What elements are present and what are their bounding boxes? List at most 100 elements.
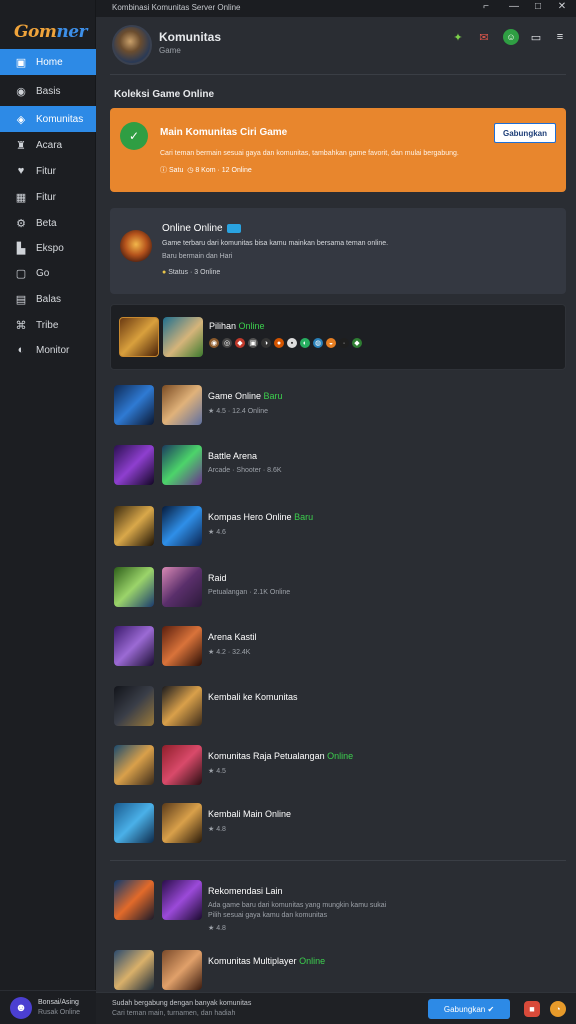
- game-title-text: Raid: [208, 573, 227, 583]
- game-meta-text: ★ 4.2 · 32.4K: [208, 649, 251, 656]
- promo-card[interactable]: ✓ Main Komunitas Ciri Game Cari teman be…: [110, 108, 566, 192]
- game-title-text: Kembali ke Komunitas: [208, 692, 298, 702]
- window-title: Kombinasi Komunitas Server Online: [112, 3, 241, 12]
- sidebar-item-label: Monitor: [36, 344, 70, 356]
- sidebar-item-10[interactable]: ⌘ Tribe: [0, 312, 96, 338]
- community-avatar[interactable]: [112, 25, 152, 65]
- logo-part-b: ner: [56, 22, 87, 42]
- sidebar-item-9[interactable]: ▤ Balas: [0, 286, 96, 312]
- game-thumb: [114, 567, 154, 607]
- game-thumb: [114, 803, 154, 843]
- alert-icon[interactable]: ■: [524, 1001, 540, 1017]
- game-meta: ★ 4.2 · 32.4K: [208, 648, 250, 656]
- online-card[interactable]: Online Online Game terbaru dari komunita…: [110, 208, 566, 294]
- section-title: Koleksi Game Online: [114, 89, 215, 100]
- game-title: Raid: [208, 573, 227, 583]
- sidebar-item-5[interactable]: ▦ Fitur: [0, 184, 96, 210]
- game-meta-text: ★ 4.8: [208, 826, 226, 833]
- chip-icon: ◍: [313, 338, 323, 348]
- sidebar-item-1[interactable]: ◉ Basis: [0, 78, 96, 104]
- featured-card[interactable]: Pilihan Online ◉ ◎ ◆ ▣ ◑ ● ▪ ◐ ◍ ◒ · ◆: [110, 304, 566, 370]
- join-button[interactable]: Gabungkan: [494, 123, 556, 143]
- game-thumb: [162, 745, 202, 785]
- game-title-text: Rekomendasi Lain: [208, 886, 283, 896]
- game-thumb: [162, 880, 202, 920]
- maximize-button[interactable]: □: [528, 1, 548, 12]
- window-icon[interactable]: ▭: [528, 29, 544, 45]
- crown-icon: ♜: [16, 139, 26, 152]
- game-row[interactable]: Komunitas Multiplayer Online: [110, 950, 566, 994]
- close-button[interactable]: ✕: [552, 1, 572, 12]
- sidebar-item-label: Fitur: [36, 191, 56, 203]
- coin-icon: ●: [162, 269, 167, 276]
- game-thumb: [114, 950, 154, 990]
- game-title: Kembali ke Komunitas: [208, 692, 298, 702]
- settings-icon: ⚙: [16, 217, 26, 230]
- game-tag: Online: [299, 956, 326, 966]
- bottom-bar: Sudah bergabung dengan banyak komunitas …: [96, 992, 576, 1024]
- recommend-score: ★ 4.8: [208, 925, 226, 932]
- game-row[interactable]: Kompas Hero Online Baru ★ 4.6: [110, 506, 566, 550]
- user-name: Bonsai/Asing: [38, 999, 79, 1006]
- game-row[interactable]: Arena Kastil ★ 4.2 · 32.4K: [110, 626, 566, 670]
- featured-title: Pilihan Online: [209, 321, 265, 331]
- pin-button[interactable]: ⌐: [476, 1, 496, 12]
- section-divider: [110, 860, 566, 861]
- game-meta: Ada game baru dari komunitas yang mungki…: [208, 902, 386, 909]
- game-row[interactable]: Rekomendasi Lain Ada game baru dari komu…: [110, 880, 566, 932]
- branch-icon: ⌘: [15, 319, 27, 332]
- avatar: ☻: [10, 997, 32, 1019]
- bottom-join-button[interactable]: Gabungkan ✔: [428, 999, 510, 1019]
- online-title-text: Online Online: [162, 223, 223, 234]
- game-meta: ★ 4.5: [208, 767, 226, 775]
- box-icon: ▢: [15, 267, 27, 280]
- sidebar-item-11[interactable]: ◐ Monitor: [0, 337, 96, 363]
- game-thumb: [114, 686, 154, 726]
- game-meta-text: ★ 4.5: [208, 768, 226, 775]
- game-row[interactable]: Raid Petualangan · 2.1K Online: [110, 567, 566, 611]
- chip-icon: ◆: [235, 338, 245, 348]
- friends-icon[interactable]: ☺: [503, 29, 519, 45]
- game-meta: ★ 4.8: [208, 825, 226, 833]
- game-row[interactable]: Game Online Baru ★ 4.5 · 12.4 Online: [110, 385, 566, 429]
- game-title-text: Kembali Main Online: [208, 809, 292, 819]
- game-thumb: [162, 385, 202, 425]
- achievement-icon[interactable]: ✦: [450, 29, 466, 45]
- menu-icon[interactable]: ≡: [552, 29, 568, 45]
- sidebar-item-6[interactable]: ⚙ Beta: [0, 210, 96, 236]
- app-logo: Gomner: [14, 22, 87, 42]
- game-title-text: Komunitas Multiplayer: [208, 956, 297, 966]
- game-thumb: [162, 950, 202, 990]
- sidebar-item-4[interactable]: ♥ Fitur: [0, 158, 96, 184]
- game-meta: Petualangan · 2.1K Online: [208, 589, 290, 596]
- sidebar-item-7[interactable]: ▙ Ekspo: [0, 235, 96, 261]
- notification-icon[interactable]: ✉: [476, 29, 492, 45]
- game-row[interactable]: Kembali ke Komunitas: [110, 686, 566, 730]
- sidebar-item-2[interactable]: ◈ Komunitas: [0, 106, 96, 132]
- game-meta-text: Petualangan · 2.1K Online: [208, 589, 291, 596]
- bottom-join-label: Gabungkan: [443, 1004, 486, 1014]
- sidebar-item-8[interactable]: ▢ Go: [0, 260, 96, 286]
- featured-tag: Online: [238, 321, 265, 331]
- shield-icon: ✔: [487, 1004, 495, 1014]
- game-row[interactable]: Battle Arena Arcade · Shooter · 8.6K: [110, 445, 566, 489]
- sidebar-item-label: Go: [36, 267, 50, 279]
- page-title: Komunitas: [159, 30, 222, 44]
- sidebar-item-label: Fitur: [36, 165, 56, 177]
- game-title: Komunitas Multiplayer Online: [208, 956, 325, 966]
- game-tag: Baru: [263, 391, 283, 401]
- game-row[interactable]: Kembali Main Online ★ 4.8: [110, 803, 566, 847]
- grid-icon: ▤: [15, 293, 27, 306]
- game-title: Game Online Baru: [208, 391, 283, 401]
- online-description: Game terbaru dari komunitas bisa kamu ma…: [162, 240, 389, 247]
- chat-icon[interactable]: ◔: [550, 1001, 566, 1017]
- sidebar-item-3[interactable]: ♜ Acara: [0, 132, 96, 158]
- game-title: Rekomendasi Lain: [208, 886, 283, 896]
- user-status: Rusak Online: [38, 1009, 81, 1016]
- sidebar-item-0[interactable]: ▣ Home: [0, 49, 96, 75]
- user-profile[interactable]: ☻ Bonsai/Asing Rusak Online: [0, 990, 96, 1024]
- game-thumb: [114, 506, 154, 546]
- bottom-text-1: Sudah bergabung dengan banyak komunitas: [112, 1000, 252, 1007]
- minimize-button[interactable]: —: [504, 1, 524, 12]
- game-row[interactable]: Komunitas Raja Petualangan Online ★ 4.5: [110, 745, 566, 789]
